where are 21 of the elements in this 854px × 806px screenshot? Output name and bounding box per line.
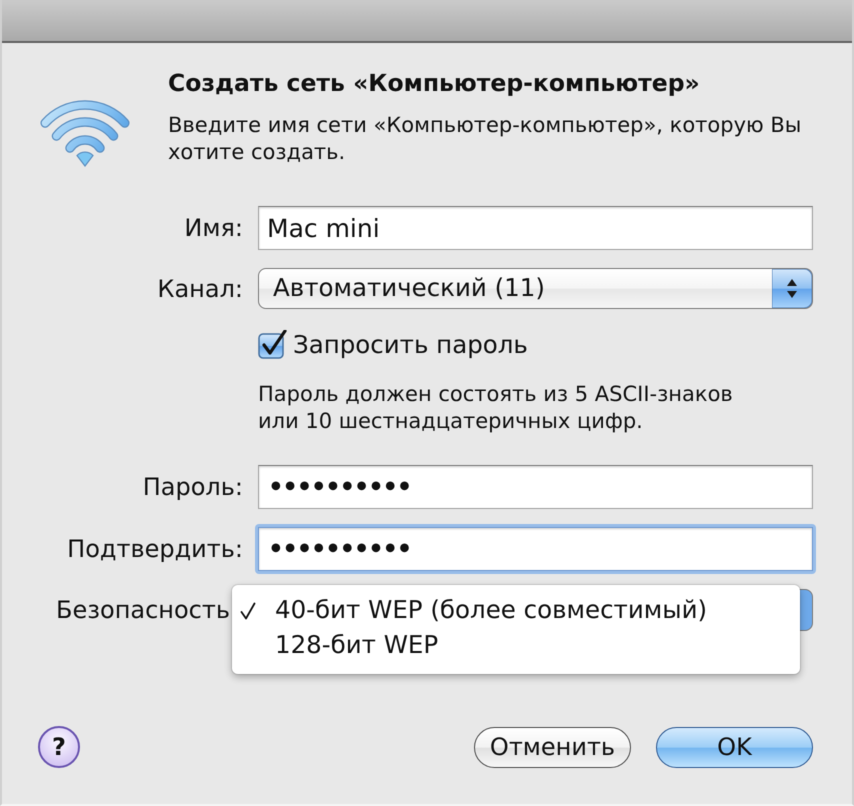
field-label: Имя: — [184, 214, 243, 242]
cancel-button[interactable]: Отменить — [474, 726, 631, 768]
checkbox[interactable] — [258, 330, 287, 359]
field-label: Пароль: — [142, 473, 243, 501]
stepper-arrows-icon — [772, 269, 812, 308]
text-field[interactable]: Mac mini — [258, 206, 813, 250]
hint-text: Пароль должен состоять из 5 ASCII-знаков или 10 шестнадцатеричных цифр. — [258, 381, 734, 435]
checkbox-label: Запросить пароль — [293, 330, 528, 359]
field-label: Безопасность — [56, 596, 230, 624]
help-button[interactable]: ? — [38, 726, 80, 768]
dialog-description: Введите имя сети «Компьютер-компьютер», которую Вы хотите создать. — [168, 112, 802, 166]
field-label: Подтвердить: — [67, 535, 243, 563]
menu-item[interactable]: 40-бит WEP (более совместимый) — [232, 593, 800, 628]
wifi-icon — [40, 100, 130, 167]
dialog-title: Создать сеть «Компьютер-компьютер» — [168, 68, 701, 98]
channel-popup[interactable]: Автоматический (11) — [258, 268, 813, 309]
ok-button[interactable]: OK — [656, 726, 813, 768]
menu-item[interactable]: 128-бит WEP — [232, 628, 800, 663]
password-field[interactable]: •••••••••• — [258, 465, 813, 509]
field-label: Канал: — [157, 274, 243, 302]
password-field[interactable]: •••••••••• — [255, 524, 816, 574]
